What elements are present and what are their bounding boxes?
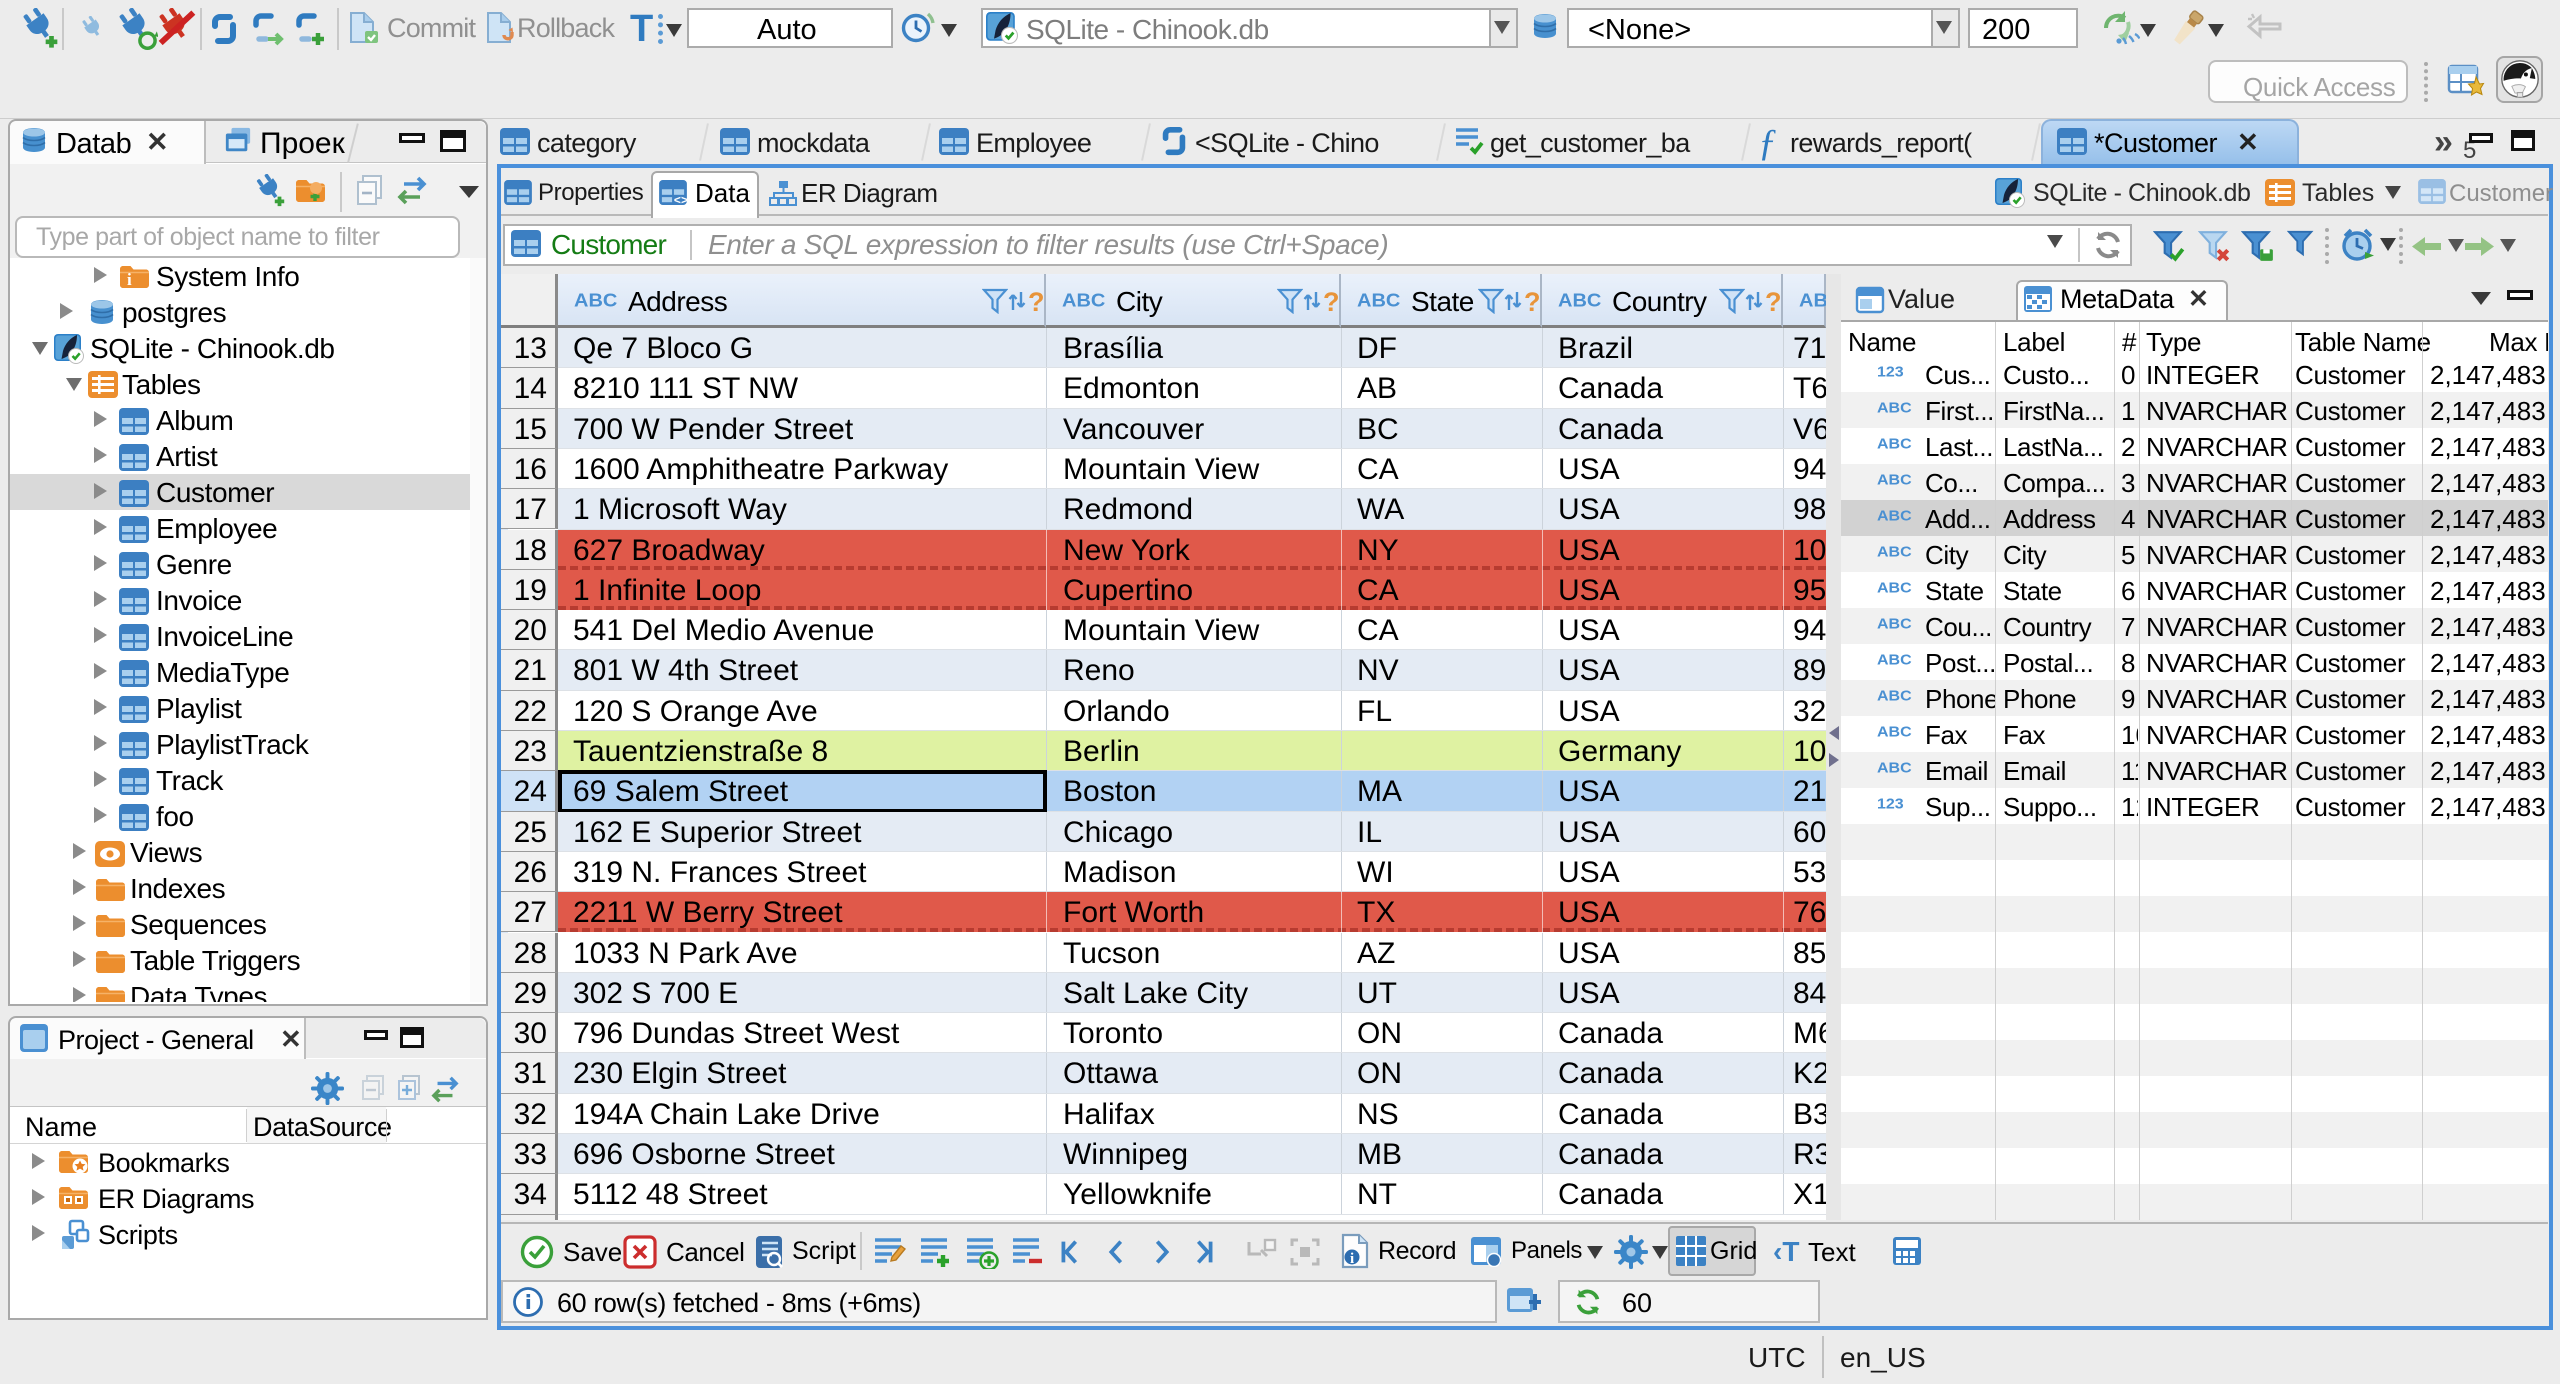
svg-text:i: i — [127, 270, 132, 289]
svg-text:<>: <> — [674, 193, 687, 205]
svg-text:i: i — [1350, 1251, 1354, 1267]
